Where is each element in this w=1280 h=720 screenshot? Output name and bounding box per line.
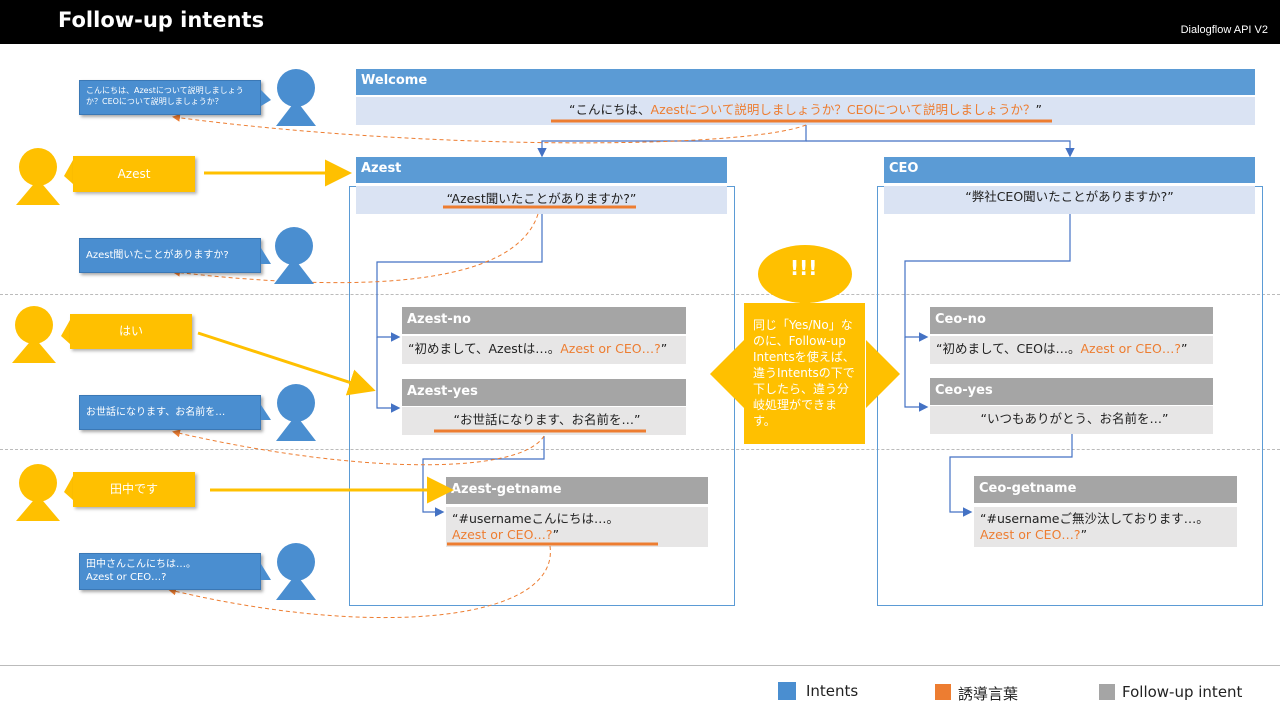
user-person-icon: [16, 148, 60, 205]
bot-person-icon: [274, 227, 314, 284]
user-person-icon: [12, 306, 56, 363]
user-bubble-name: 田中です: [73, 472, 195, 507]
legend-intents-swatch: [778, 682, 796, 700]
legend-phrase-label: 誘導言葉: [958, 685, 1019, 703]
legend-followup-swatch: [1099, 684, 1115, 700]
legend-followup-label: Follow-up intent: [1122, 683, 1243, 701]
user-person-icon: [16, 464, 60, 521]
legend-intents-label: Intents: [806, 682, 859, 700]
user-bubble-azest: Azest: [73, 156, 195, 192]
user-bubble-yes: はい: [70, 314, 192, 349]
bot-person-icon: [276, 543, 316, 600]
bot-person-icon: [276, 69, 316, 126]
legend-phrase-swatch: [935, 684, 951, 700]
bot-person-icon: [276, 384, 316, 441]
